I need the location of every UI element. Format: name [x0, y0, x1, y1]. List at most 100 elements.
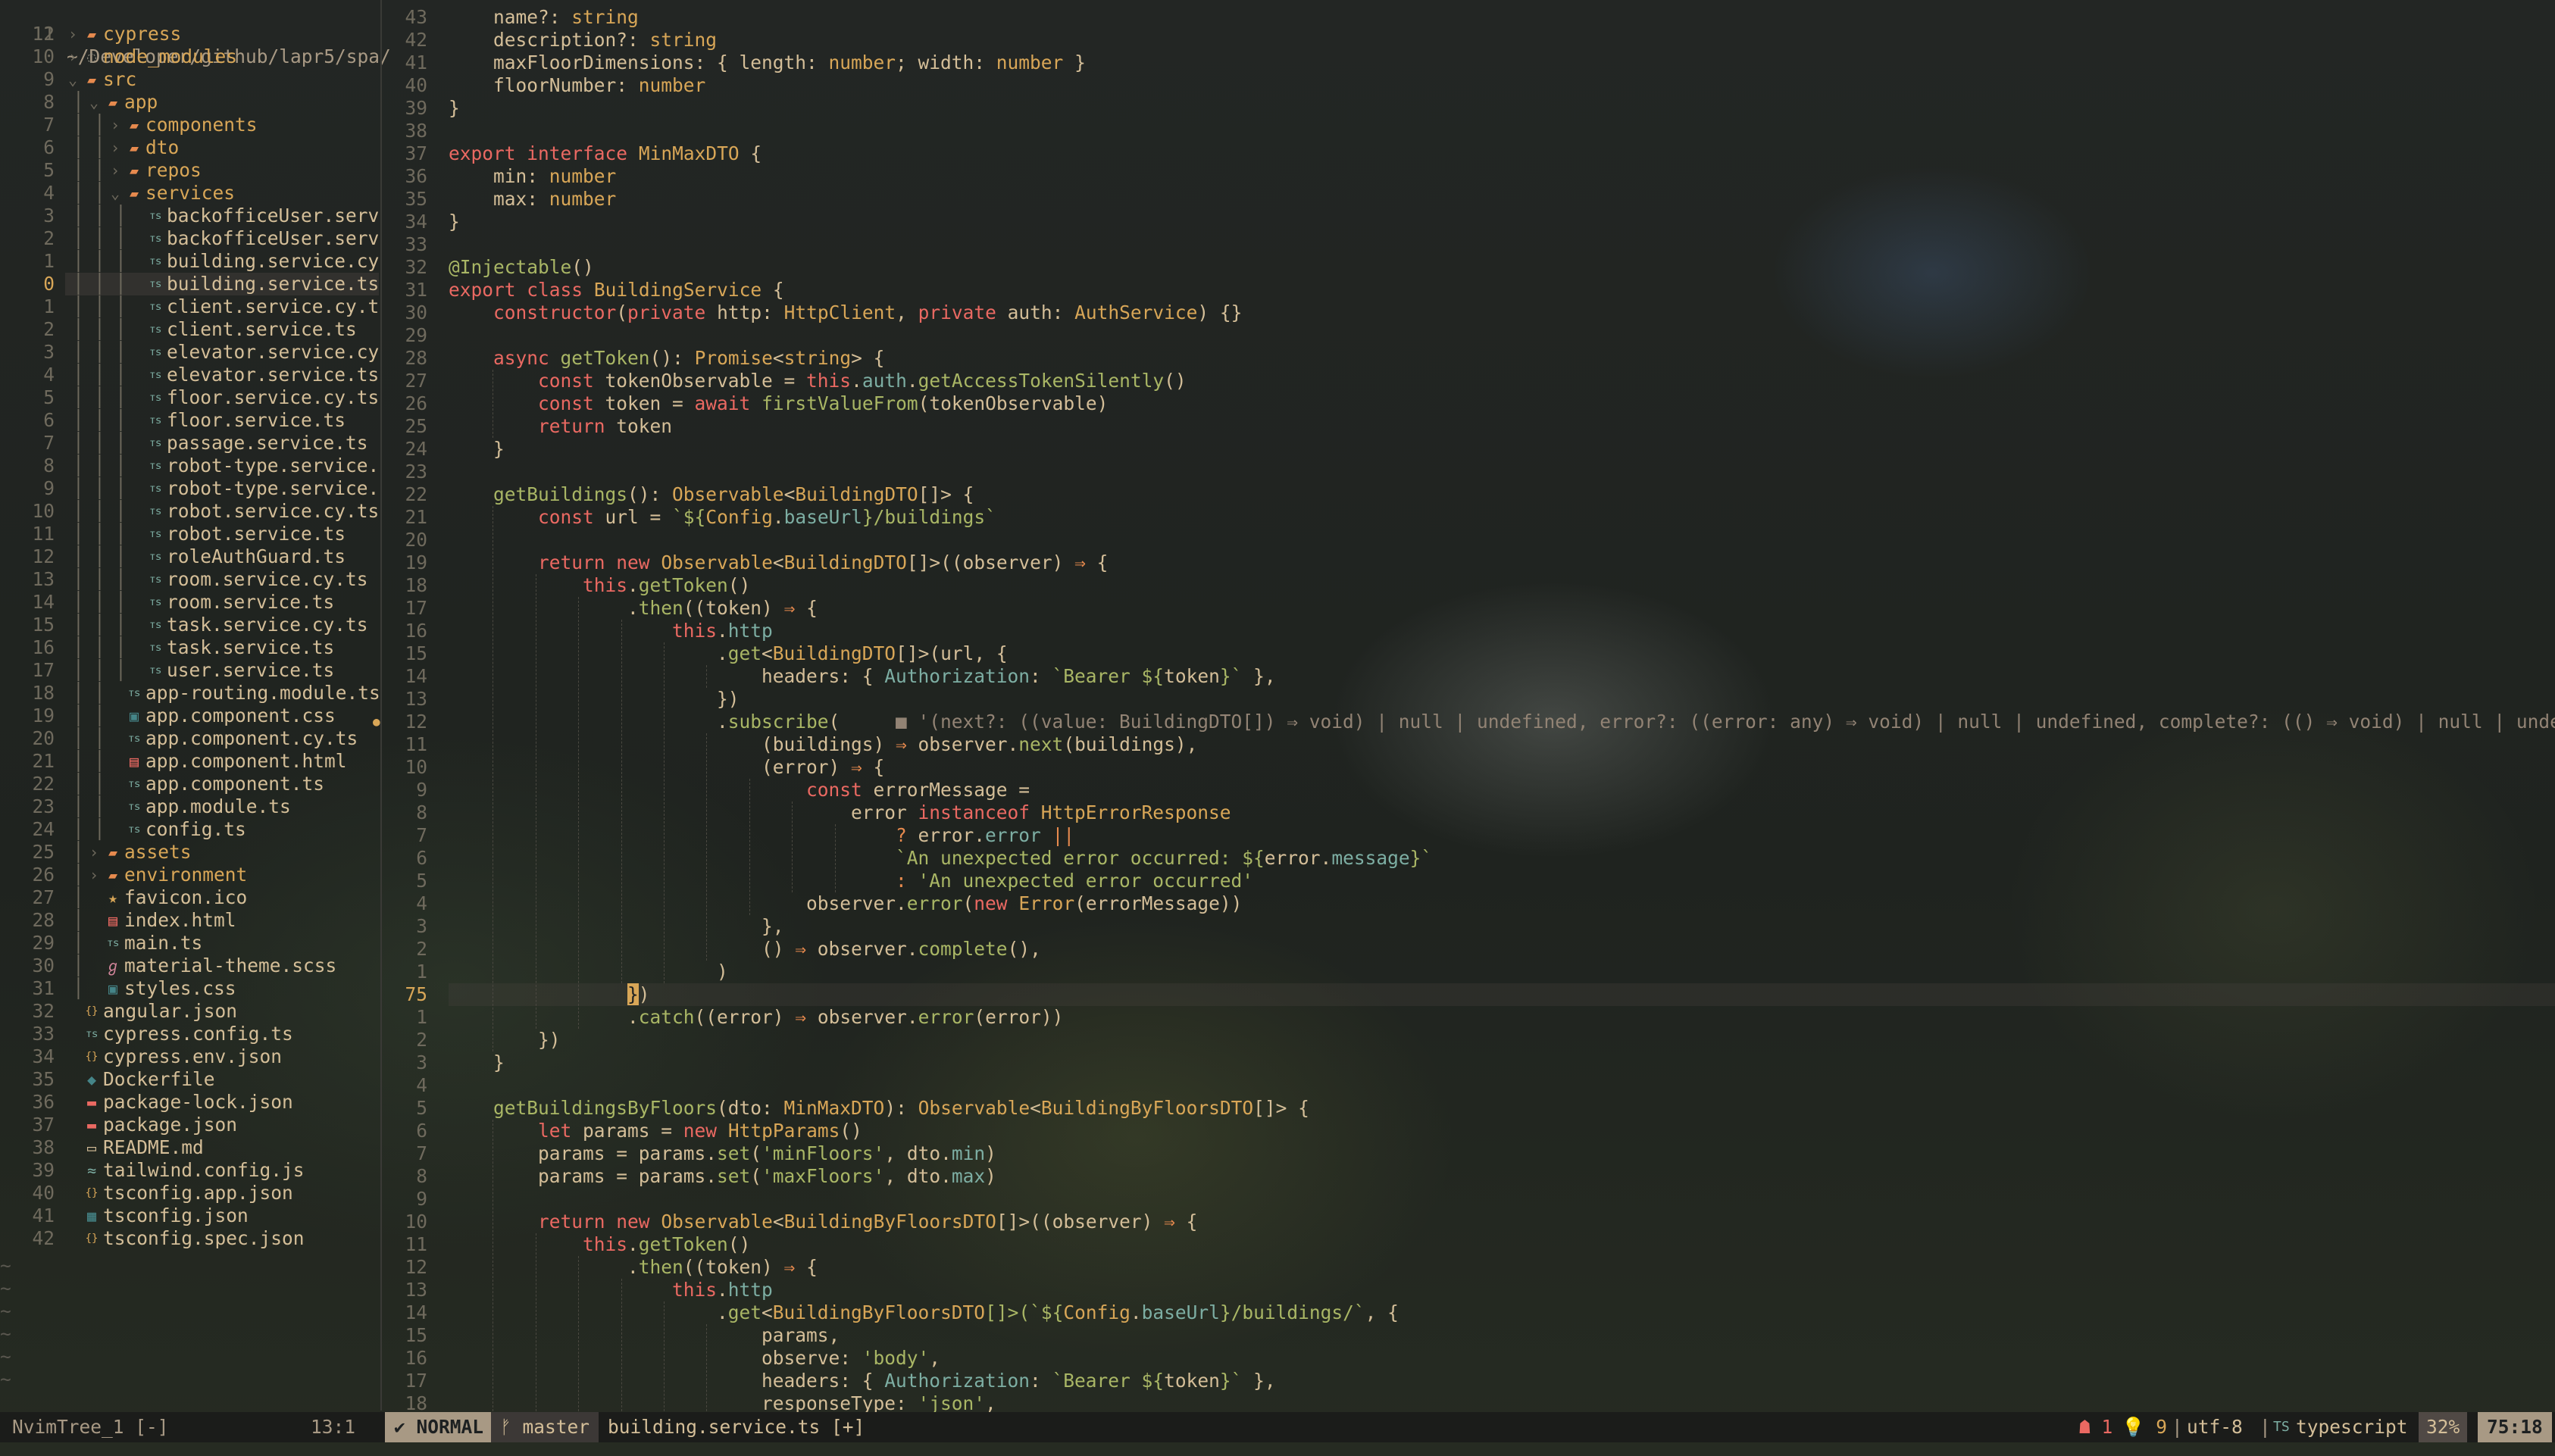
- code-line[interactable]: 18 this.getToken(): [383, 574, 2555, 597]
- tree-file-item[interactable]: 35 ◆ Dockerfile: [0, 1068, 379, 1091]
- code-text[interactable]: error instanceof HttpErrorResponse: [449, 801, 1231, 824]
- tree-file-item[interactable]: 7 │ │ │ ᴛꜱ passage.service.ts: [0, 432, 379, 455]
- code-line[interactable]: 15 params,: [383, 1324, 2555, 1347]
- code-text[interactable]: .then((token) ⇒ {: [449, 597, 818, 620]
- chevron-down-icon[interactable]: ⌄: [111, 182, 120, 205]
- code-line[interactable]: 5 getBuildingsByFloors(dto: MinMaxDTO): …: [383, 1097, 2555, 1120]
- tree-file-item[interactable]: 42 {} tsconfig.spec.json: [0, 1227, 379, 1250]
- tree-file-item[interactable]: 18 │ │ ᴛꜱ app-routing.module.ts: [0, 682, 380, 705]
- chevron-right-icon[interactable]: ›: [68, 23, 77, 45]
- code-line[interactable]: 11 this.getToken(): [383, 1233, 2555, 1256]
- code-line[interactable]: 3 }: [383, 1051, 2555, 1074]
- code-line[interactable]: 43 name?: string: [383, 6, 2555, 29]
- code-line[interactable]: 28 async getToken(): Promise<string> {: [383, 347, 2555, 370]
- code-line[interactable]: 3 },: [383, 915, 2555, 938]
- chevron-right-icon[interactable]: ›: [111, 114, 120, 136]
- window-split-separator[interactable]: [380, 0, 382, 1411]
- code-line[interactable]: 16 this.http: [383, 620, 2555, 642]
- code-text[interactable]: headers: { Authorization: `Bearer ${toke…: [449, 665, 1276, 688]
- tree-file-item[interactable]: 29 │ ᴛꜱ main.ts: [0, 932, 379, 955]
- code-text[interactable]: params = params.set('maxFloors', dto.max…: [449, 1165, 996, 1188]
- chevron-right-icon[interactable]: ›: [68, 45, 77, 68]
- tree-folder-item[interactable]: 25 │ › ▰ assets: [0, 841, 379, 864]
- code-action-lightbulb-icon[interactable]: ●: [373, 711, 380, 733]
- code-line[interactable]: 13 this.http: [383, 1279, 2555, 1301]
- code-text[interactable]: floorNumber: number: [449, 74, 705, 97]
- code-text[interactable]: return new Observable<BuildingDTO[]>((ob…: [449, 551, 1108, 574]
- code-line[interactable]: 1 ): [383, 961, 2555, 983]
- tree-file-item[interactable]: 38 ▭ README.md: [0, 1136, 379, 1159]
- code-line[interactable]: 6 `An unexpected error occurred: ${error…: [383, 847, 2555, 870]
- tree-file-item[interactable]: 28 │ ▤ index.html: [0, 909, 379, 932]
- code-line[interactable]: 14 headers: { Authorization: `Bearer ${t…: [383, 665, 2555, 688]
- tree-file-item[interactable]: 30 │ ℊ material-theme.scss: [0, 955, 379, 977]
- tree-file-item[interactable]: 24 │ │ ᴛꜱ config.ts: [0, 818, 379, 841]
- code-text[interactable]: maxFloorDimensions: { length: number; wi…: [449, 52, 1086, 74]
- tree-file-item[interactable]: 0 │ │ │ ᴛꜱ building.service.ts: [0, 273, 379, 295]
- code-line[interactable]: 9: [383, 1188, 2555, 1211]
- code-text[interactable]: params = params.set('minFloors', dto.min…: [449, 1142, 996, 1165]
- tree-folder-item[interactable]: 6 │ │ › ▰ dto: [0, 136, 379, 159]
- code-text[interactable]: .catch((error) ⇒ observer.error(error)): [449, 1006, 1063, 1029]
- code-line[interactable]: 42 description?: string: [383, 29, 2555, 52]
- code-line[interactable]: 17 .then((token) ⇒ {: [383, 597, 2555, 620]
- code-line[interactable]: 26 const token = await firstValueFrom(to…: [383, 392, 2555, 415]
- tree-file-item[interactable]: 4 │ │ │ ᴛꜱ elevator.service.ts: [0, 364, 379, 386]
- code-text[interactable]: : 'An unexpected error occurred': [449, 870, 1253, 892]
- chevron-right-icon[interactable]: ›: [111, 136, 120, 159]
- code-text[interactable]: observer.error(new Error(errorMessage)): [449, 892, 1242, 915]
- code-line[interactable]: 27 const tokenObservable = this.auth.get…: [383, 370, 2555, 392]
- code-line[interactable]: 12 .then((token) ⇒ {: [383, 1256, 2555, 1279]
- code-line[interactable]: 10 return new Observable<BuildingByFloor…: [383, 1211, 2555, 1233]
- tree-file-item[interactable]: 10 │ │ │ ᴛꜱ robot.service.cy.ts: [0, 500, 379, 523]
- diagnostic-hints-count[interactable]: 💡 9: [2122, 1412, 2167, 1442]
- code-text[interactable]: () ⇒ observer.complete(),: [449, 938, 1041, 961]
- tree-file-item[interactable]: 3 │ │ │ ᴛꜱ elevator.service.cy: [0, 341, 379, 364]
- tree-file-item[interactable]: 5 │ │ │ ᴛꜱ floor.service.cy.ts: [0, 386, 379, 409]
- tree-file-item[interactable]: 20 │ │ ᴛꜱ app.component.cy.ts: [0, 727, 379, 750]
- code-text[interactable]: let params = new HttpParams(): [449, 1120, 862, 1142]
- code-text[interactable]: }): [449, 688, 740, 711]
- code-line[interactable]: 14 .get<BuildingByFloorsDTO[]>(`${Config…: [383, 1301, 2555, 1324]
- tree-folder-item[interactable]: 9 ⌄ ▰ src: [0, 68, 379, 91]
- tree-file-item[interactable]: 13 │ │ │ ᴛꜱ room.service.cy.ts: [0, 568, 379, 591]
- code-line[interactable]: 22 getBuildings(): Observable<BuildingDT…: [383, 483, 2555, 506]
- code-text[interactable]: }: [449, 97, 460, 120]
- code-line[interactable]: 10 (error) ⇒ {: [383, 756, 2555, 779]
- code-line[interactable]: 16 observe: 'body',: [383, 1347, 2555, 1370]
- tree-file-item[interactable]: 41 ▦ tsconfig.json: [0, 1204, 379, 1227]
- chevron-right-icon[interactable]: ›: [111, 159, 120, 182]
- code-line[interactable]: 36 min: number: [383, 165, 2555, 188]
- code-text[interactable]: max: number: [449, 188, 616, 211]
- tree-file-item[interactable]: 36 ▬ package-lock.json: [0, 1091, 379, 1114]
- tree-file-item[interactable]: 27 │ ★ favicon.ico: [0, 886, 379, 909]
- tree-file-item[interactable]: 21 │ │ ▤ app.component.html: [0, 750, 379, 773]
- tree-file-item[interactable]: 8 │ │ │ ᴛꜱ robot-type.service.: [0, 455, 379, 477]
- code-line[interactable]: 8 params = params.set('maxFloors', dto.m…: [383, 1165, 2555, 1188]
- code-line[interactable]: 13 }): [383, 688, 2555, 711]
- code-line[interactable]: 23: [383, 461, 2555, 483]
- code-line[interactable]: 2 }): [383, 1029, 2555, 1051]
- code-line[interactable]: 75 }): [383, 983, 2555, 1006]
- code-text[interactable]: .get<BuildingDTO[]>(url, {: [449, 642, 1008, 665]
- code-text[interactable]: headers: { Authorization: `Bearer ${toke…: [449, 1370, 1276, 1392]
- code-line[interactable]: 31 export class BuildingService {: [383, 279, 2555, 302]
- tree-folder-item[interactable]: 8 │ ⌄ ▰ app: [0, 91, 379, 114]
- tree-file-item[interactable]: 19 │ │ ▣ app.component.css: [0, 705, 379, 727]
- code-text[interactable]: },: [449, 915, 784, 938]
- tree-file-item[interactable]: 6 │ │ │ ᴛꜱ floor.service.ts: [0, 409, 379, 432]
- tree-file-item[interactable]: 1 │ │ │ ᴛꜱ building.service.cy: [0, 250, 379, 273]
- code-line[interactable]: 19 return new Observable<BuildingDTO[]>(…: [383, 551, 2555, 574]
- code-text[interactable]: const token = await firstValueFrom(token…: [449, 392, 1108, 415]
- code-editor-pane[interactable]: 43 name?: string 42 description?: string 4…: [373, 0, 2555, 1415]
- code-line[interactable]: 40 floorNumber: number: [383, 74, 2555, 97]
- chevron-down-icon[interactable]: ⌄: [68, 68, 77, 91]
- code-line[interactable]: ● 12 .subscribe( ■ '(next?: ((value: Buil…: [373, 711, 2555, 733]
- code-line[interactable]: 8 error instanceof HttpErrorResponse: [383, 801, 2555, 824]
- tree-file-item[interactable]: 33 ᴛꜱ cypress.config.ts: [0, 1023, 379, 1045]
- code-text[interactable]: }): [449, 1029, 561, 1051]
- tree-file-item[interactable]: 17 │ │ │ ᴛꜱ user.service.ts: [0, 659, 379, 682]
- code-text[interactable]: .get<BuildingByFloorsDTO[]>(`${Config.ba…: [449, 1301, 1399, 1324]
- code-text[interactable]: .then((token) ⇒ {: [449, 1256, 818, 1279]
- code-line[interactable]: 25 return token: [383, 415, 2555, 438]
